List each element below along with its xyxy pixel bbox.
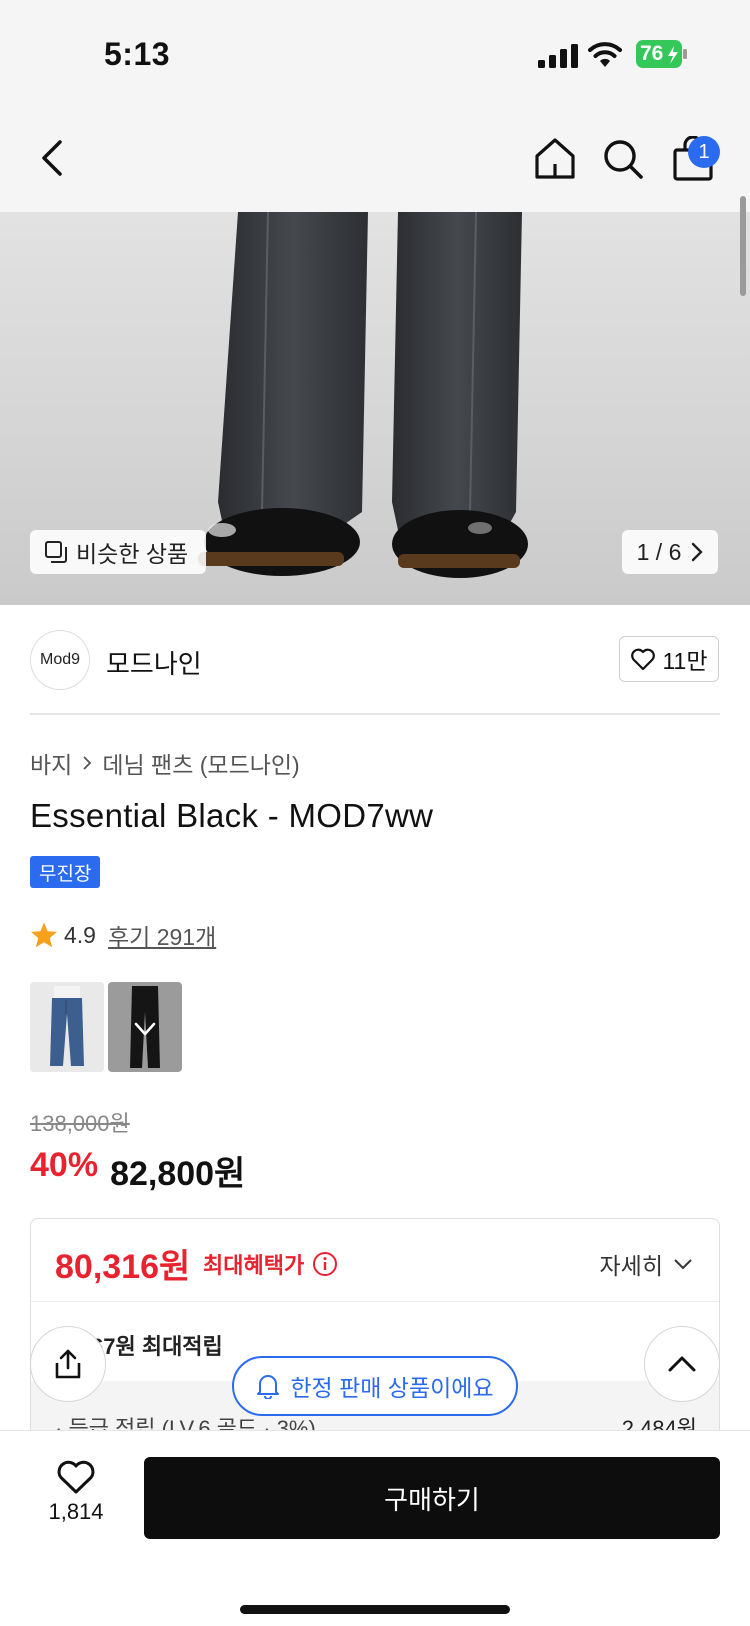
chevron-up-icon bbox=[668, 1356, 696, 1372]
max-benefit-label-group: 최대혜택가 bbox=[203, 1248, 338, 1280]
scrollbar[interactable] bbox=[740, 196, 746, 296]
brand-like-button[interactable]: 11만 bbox=[619, 636, 719, 682]
bottom-action-bar: 1,814 구매하기 bbox=[0, 1430, 750, 1626]
max-benefit-price: 80,316원 bbox=[55, 1248, 191, 1286]
battery-level: 76 bbox=[640, 42, 664, 65]
divider bbox=[30, 713, 720, 715]
chevron-right-icon bbox=[692, 542, 704, 562]
wifi-icon bbox=[588, 42, 622, 67]
cart-count-badge: 1 bbox=[688, 136, 720, 168]
top-nav-bar bbox=[0, 100, 750, 212]
brand-name[interactable]: 모드나인 bbox=[106, 644, 202, 681]
image-pager[interactable]: 1 / 6 bbox=[622, 530, 718, 574]
buy-button[interactable]: 구매하기 bbox=[144, 1457, 720, 1539]
similar-products-label: 비슷한 상품 bbox=[76, 541, 189, 567]
status-bar: 5:13 76 bbox=[0, 0, 750, 100]
brand-like-count: 11만 bbox=[662, 648, 708, 674]
benefit-detail-toggle[interactable]: 자세히 bbox=[600, 1247, 693, 1281]
product-badge: 무진장 bbox=[30, 856, 101, 888]
sale-price-row: 40% 82,800원 bbox=[30, 1146, 245, 1195]
max-benefit-label: 최대혜택가 bbox=[203, 1253, 305, 1278]
star-icon bbox=[31, 922, 57, 948]
max-points-label: 67원 최대적립 bbox=[91, 1334, 223, 1359]
heart-icon bbox=[57, 1460, 95, 1494]
brand-logo[interactable]: Mod9 bbox=[30, 630, 90, 690]
home-indicator bbox=[240, 1605, 510, 1614]
share-icon bbox=[55, 1349, 81, 1379]
product-like-button[interactable]: 1,814 bbox=[36, 1459, 116, 1525]
brand-row: Mod9 모드나인 11만 bbox=[30, 630, 720, 690]
info-icon[interactable] bbox=[312, 1251, 338, 1277]
heart-icon bbox=[631, 648, 656, 671]
product-like-count: 1,814 bbox=[48, 1499, 104, 1524]
similar-products-icon bbox=[45, 541, 67, 563]
similar-products-button[interactable]: 비슷한 상품 bbox=[30, 530, 207, 574]
benefit-detail-label: 자세히 bbox=[599, 1253, 663, 1279]
color-option-black[interactable] bbox=[108, 982, 182, 1072]
sale-price: 82,800원 bbox=[110, 1155, 246, 1193]
breadcrumb-category[interactable]: 바지 bbox=[30, 746, 72, 780]
breadcrumb: 바지 데님 팬츠 (모드나인) bbox=[30, 746, 300, 780]
cellular-signal-icon bbox=[538, 44, 578, 68]
chevron-right-icon bbox=[83, 756, 92, 770]
home-icon[interactable] bbox=[534, 136, 576, 180]
rating-score: 4.9 bbox=[64, 921, 96, 948]
scroll-top-button[interactable] bbox=[644, 1326, 720, 1402]
color-options bbox=[30, 982, 182, 1072]
chevron-down-icon bbox=[674, 1259, 692, 1270]
back-arrow-icon[interactable] bbox=[36, 138, 68, 178]
product-title: Essential Black - MOD7ww bbox=[30, 797, 434, 834]
status-time: 5:13 bbox=[104, 36, 171, 72]
original-price: 138,000원 bbox=[30, 1111, 130, 1136]
review-count-link[interactable]: 후기 291개 bbox=[108, 918, 216, 952]
share-button[interactable] bbox=[30, 1326, 106, 1402]
image-pager-text: 1 / 6 bbox=[636, 538, 682, 565]
divider bbox=[31, 1301, 719, 1302]
limited-sale-notice[interactable]: 한정 판매 상품이에요 bbox=[232, 1356, 518, 1416]
battery-icon: 76 bbox=[636, 40, 688, 68]
limited-sale-label: 한정 판매 상품이에요 bbox=[290, 1375, 494, 1401]
color-option-blue[interactable] bbox=[30, 982, 104, 1072]
rating-row: 4.9 후기 291개 bbox=[30, 918, 216, 952]
discount-rate: 40% bbox=[30, 1146, 99, 1184]
search-icon[interactable] bbox=[602, 138, 644, 180]
breadcrumb-subcategory[interactable]: 데님 팬츠 (모드나인) bbox=[102, 746, 299, 780]
bell-icon bbox=[257, 1375, 280, 1399]
